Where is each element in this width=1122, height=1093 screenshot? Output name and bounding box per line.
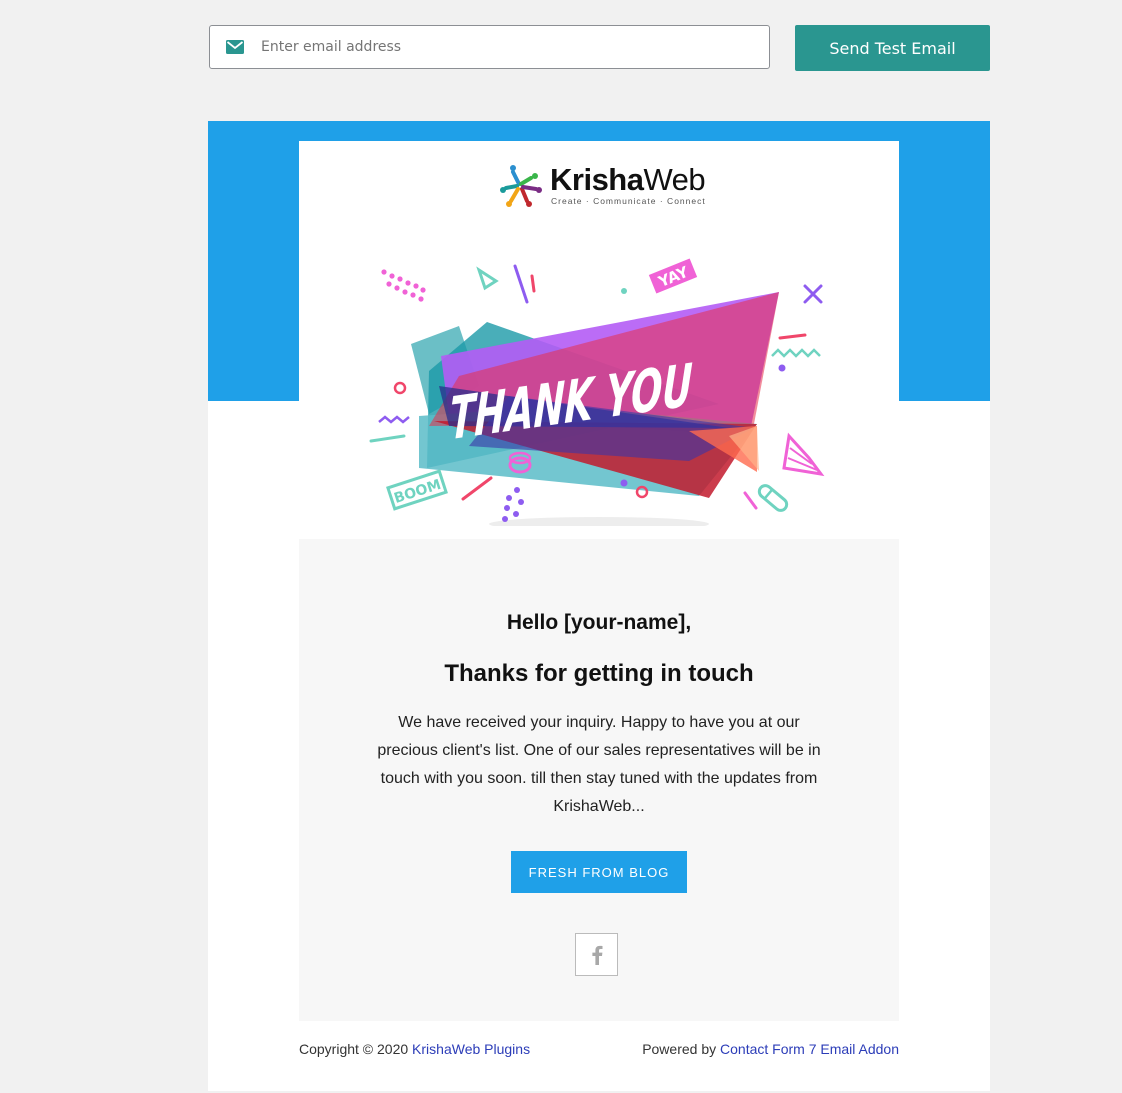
logo-tagline: Create · Communicate · Connect bbox=[551, 196, 706, 206]
krishaweb-plugins-link[interactable]: KrishaWeb Plugins bbox=[412, 1041, 530, 1057]
email-address-input[interactable] bbox=[259, 31, 743, 63]
footer-copyright: Copyright © 2020 KrishaWeb Plugins bbox=[299, 1041, 531, 1057]
logo-wordmark: KrishaWeb bbox=[550, 162, 706, 197]
message-paragraph: We have received your inquiry. Happy to … bbox=[377, 714, 821, 815]
thank-you-illustration: YAY THANK YOU BOOM bbox=[359, 236, 849, 531]
thanks-headline: Thanks for getting in touch bbox=[444, 660, 754, 687]
test-email-field[interactable] bbox=[209, 25, 770, 69]
header-card: KrishaWeb Create · Communicate · Connect bbox=[299, 141, 899, 531]
contact-form-addon-link[interactable]: Contact Form 7 Email Addon bbox=[720, 1041, 899, 1057]
facebook-icon bbox=[591, 945, 602, 965]
message-body: Hello [your-name], Thanks for getting in… bbox=[299, 539, 899, 1021]
greeting-heading: Hello [your-name], bbox=[506, 611, 692, 634]
fresh-from-blog-button[interactable]: FRESH FROM BLOG bbox=[511, 851, 687, 893]
envelope-icon bbox=[226, 40, 244, 54]
facebook-button[interactable] bbox=[575, 933, 618, 976]
footer-powered-by: Powered by Contact Form 7 Email Addon bbox=[642, 1041, 899, 1057]
krishaweb-logo: KrishaWeb Create · Communicate · Connect bbox=[495, 160, 706, 210]
email-preview: KrishaWeb Create · Communicate · Connect bbox=[208, 121, 990, 1091]
logo-mark-icon bbox=[500, 165, 542, 207]
send-test-email-button[interactable]: Send Test Email bbox=[795, 25, 990, 71]
